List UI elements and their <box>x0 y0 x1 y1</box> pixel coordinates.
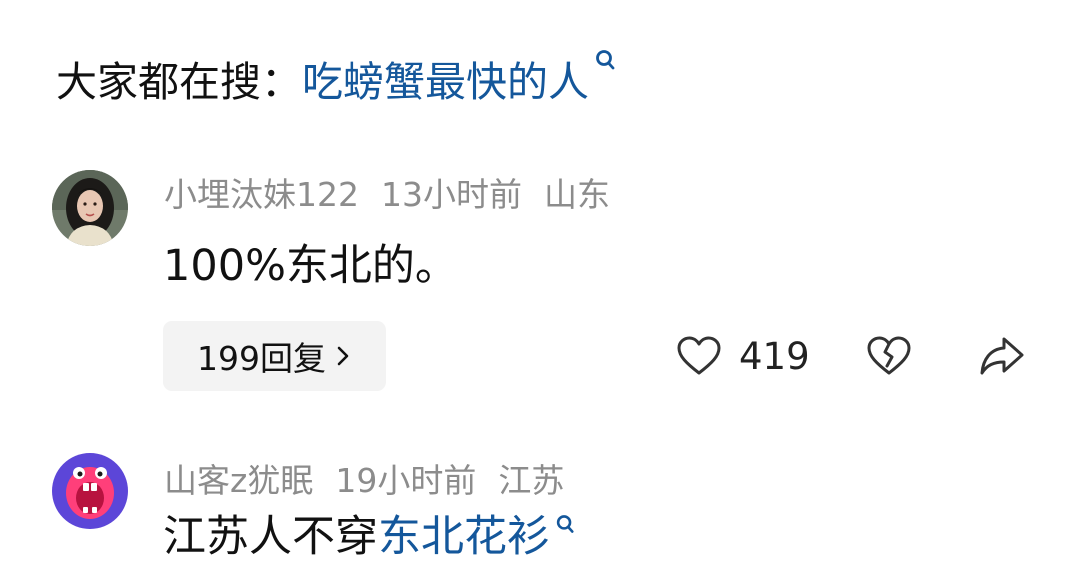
comment-text: 江苏人不穿 东北花衫 <box>163 512 576 562</box>
search-query-link[interactable]: 吃螃蟹最快的人 <box>302 61 589 103</box>
user-photo-avatar[interactable] <box>52 170 128 246</box>
comment-username[interactable]: 山客z犹眠 <box>164 464 313 497</box>
comment-username[interactable]: 小埋汰妹122 <box>164 178 359 211</box>
comment-text: 100%东北的。 <box>163 241 458 291</box>
comment-meta: 小埋汰妹122 13小时前 山东 <box>164 178 610 211</box>
search-icon[interactable] <box>554 513 576 541</box>
chevron-right-icon <box>337 346 349 366</box>
share-arrow-icon <box>980 337 1024 375</box>
like-button[interactable]: 419 <box>676 335 810 377</box>
comment-item: 山客z犹眠 19小时前 江苏 江苏人不穿 东北花衫 <box>0 450 1080 588</box>
comment-text-body: 100%东北的。 <box>163 241 458 291</box>
share-button[interactable] <box>978 335 1026 377</box>
comment-search-link[interactable]: 东北花衫 <box>378 514 550 560</box>
broken-heart-icon <box>867 336 911 375</box>
search-suggestion: 大家都在搜： 吃螃蟹最快的人 <box>56 50 617 112</box>
comment-time: 13小时前 <box>381 175 522 214</box>
search-icon[interactable] <box>593 48 617 78</box>
heart-icon <box>677 336 721 375</box>
comment-item: 小埋汰妹122 13小时前 山东 100%东北的。 199回复 419 <box>0 170 1080 400</box>
dislike-button[interactable] <box>866 335 912 377</box>
comment-time: 19小时前 <box>335 461 477 500</box>
comment-location: 江苏 <box>498 461 565 500</box>
reply-button[interactable]: 199回复 <box>163 321 386 391</box>
cartoon-monster-avatar[interactable] <box>52 453 128 529</box>
search-prefix-label: 大家都在搜： <box>56 57 302 106</box>
like-count: 419 <box>739 334 810 378</box>
comment-text-body: 江苏人不穿 <box>163 512 378 562</box>
reply-count-label: 199回复 <box>197 339 326 378</box>
comment-location: 山东 <box>544 175 610 214</box>
comment-meta: 山客z犹眠 19小时前 江苏 <box>164 464 564 497</box>
